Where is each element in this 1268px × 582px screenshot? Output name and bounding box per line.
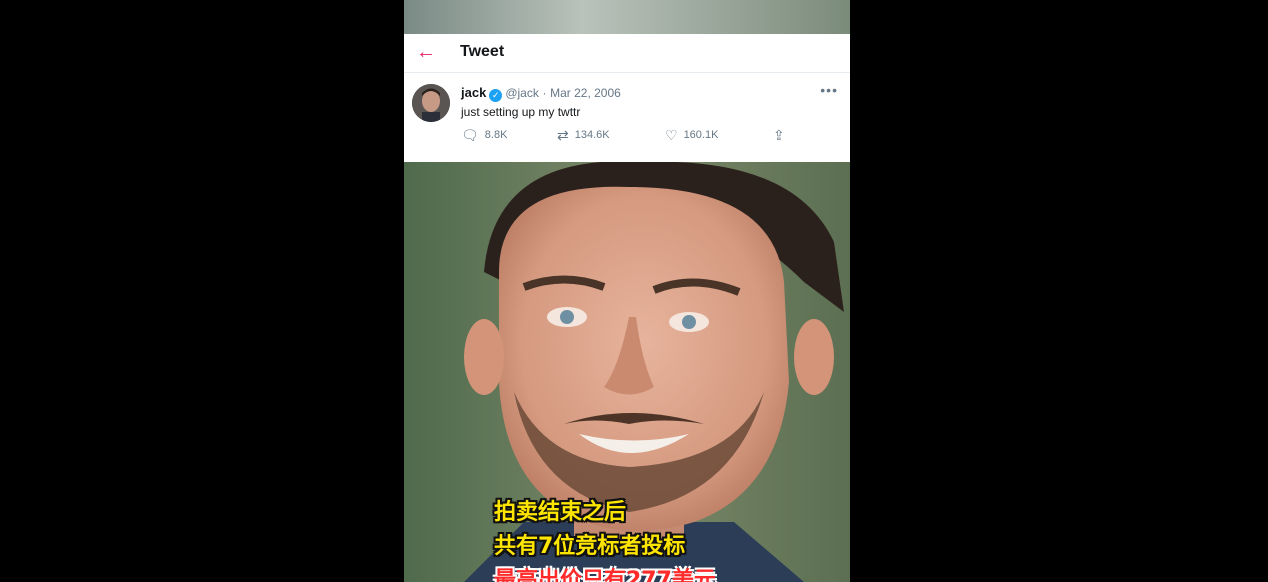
tweet-actions: 🗨 8.8K ⇄ 134.6K ♡ 160.1K ⇪ bbox=[461, 128, 791, 146]
reply-count: 8.8K bbox=[484, 129, 508, 141]
avatar[interactable] bbox=[412, 84, 450, 122]
tweet-header: ← Tweet bbox=[404, 34, 850, 73]
avatar-image bbox=[412, 84, 450, 122]
separator-dot: · bbox=[542, 86, 547, 100]
portrait-photo bbox=[404, 162, 850, 582]
caption-line-2: 共有7位竞标者投标 bbox=[494, 534, 686, 559]
heart-icon: ♡ bbox=[665, 127, 678, 143]
tweet-card: ← Tweet jack ✓ @jack · Mar 22, 2006 ••• ju… bbox=[404, 34, 850, 162]
top-strip bbox=[404, 0, 850, 34]
reply-button[interactable]: 🗨 8.8K bbox=[461, 128, 507, 142]
retweet-button[interactable]: ⇄ 134.6K bbox=[557, 128, 610, 142]
caption-line-1: 拍卖结束之后 bbox=[494, 500, 627, 525]
like-button[interactable]: ♡ 160.1K bbox=[665, 128, 718, 142]
display-name[interactable]: jack bbox=[461, 85, 486, 100]
share-icon: ⇪ bbox=[773, 127, 785, 143]
tweet-text: just setting up my twttr bbox=[461, 105, 581, 119]
back-arrow-icon[interactable]: ← bbox=[416, 40, 436, 64]
retweet-count: 134.6K bbox=[574, 129, 610, 141]
share-button[interactable]: ⇪ bbox=[773, 128, 785, 142]
verified-badge-icon: ✓ bbox=[489, 89, 503, 102]
retweet-icon: ⇄ bbox=[557, 127, 569, 143]
more-options-icon[interactable]: ••• bbox=[820, 82, 838, 98]
like-count: 160.1K bbox=[683, 129, 719, 141]
video-frame: ← Tweet jack ✓ @jack · Mar 22, 2006 ••• ju… bbox=[404, 0, 850, 582]
page-title: Tweet bbox=[460, 43, 505, 60]
user-handle[interactable]: @jack bbox=[505, 86, 539, 100]
reply-icon: 🗨 bbox=[461, 127, 479, 143]
author-row: jack ✓ @jack · Mar 22, 2006 bbox=[461, 85, 621, 102]
tweet-date[interactable]: Mar 22, 2006 bbox=[550, 86, 621, 100]
caption-line-3: 最高出价只有277美元 bbox=[494, 568, 716, 582]
